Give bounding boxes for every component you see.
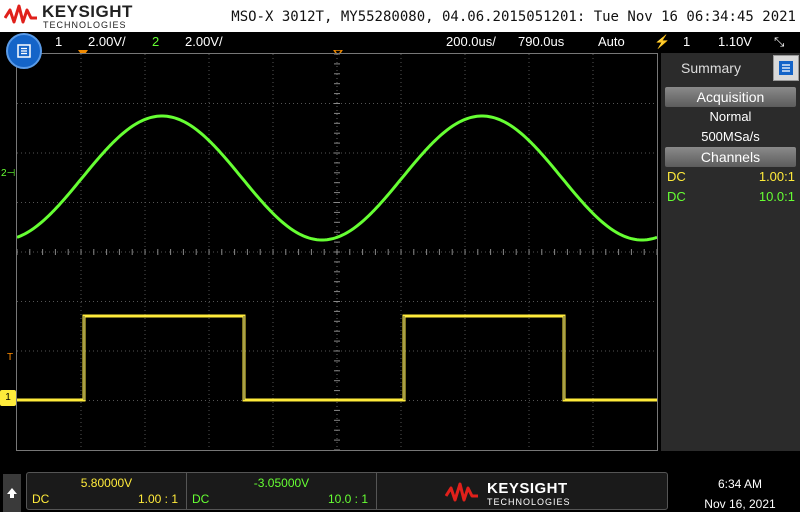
ch2-ground-marker[interactable]: 2⊣ bbox=[1, 168, 15, 179]
expand-button[interactable] bbox=[3, 474, 21, 512]
graticule-grid bbox=[17, 54, 657, 450]
main-menu-button[interactable] bbox=[6, 33, 42, 69]
waveform-display[interactable] bbox=[16, 53, 658, 451]
acquisition-mode: Normal bbox=[709, 109, 752, 124]
menu-icon bbox=[17, 44, 31, 58]
ch1-coupling: DC bbox=[32, 492, 50, 506]
ch1-offset: 5.80000V bbox=[80, 476, 133, 490]
touch-icon[interactable]: ⤡ bbox=[774, 34, 784, 50]
ch2-scale[interactable]: 2.00V/ bbox=[185, 34, 223, 49]
summary-tab[interactable]: Summary bbox=[665, 55, 757, 81]
ch2-probe: 10.0 : 1 bbox=[327, 492, 368, 506]
summary-panel: Summary Acquisition Normal 500MSa/s Chan… bbox=[661, 53, 800, 451]
timebase[interactable]: 200.0us/ bbox=[446, 34, 496, 49]
bottom-brand-subtitle: TECHNOLOGIES bbox=[487, 497, 571, 507]
ch1-info[interactable]: 5.80000V DC 1.00 : 1 bbox=[27, 473, 187, 509]
channel-1-probe: 1.00:1 bbox=[758, 169, 795, 184]
delay[interactable]: 790.0us bbox=[518, 34, 564, 49]
status-bar: 1 2.00V/ 2 2.00V/ 200.0us/ 790.0us Auto … bbox=[0, 32, 800, 52]
device-info: MSO-X 3012T, MY55280080, 04.06.201505120… bbox=[231, 9, 796, 25]
clock-date: Nov 16, 2021 bbox=[704, 497, 776, 511]
ch2-coupling: DC bbox=[192, 492, 210, 506]
ch1-probe: 1.00 : 1 bbox=[137, 492, 178, 506]
panel-menu-icon bbox=[779, 61, 793, 75]
channel-1-coupling: DC bbox=[667, 169, 686, 184]
keysight-wave-icon bbox=[445, 482, 478, 502]
brand-subtitle: TECHNOLOGIES bbox=[43, 20, 127, 30]
sample-rate: 500MSa/s bbox=[701, 129, 760, 144]
trigger-edge-icon: ⚡ bbox=[654, 34, 671, 49]
trigger-level[interactable]: 1.10V bbox=[718, 34, 752, 49]
trigger-level-marker[interactable]: T bbox=[7, 352, 13, 363]
arrow-up-icon bbox=[7, 488, 17, 498]
trigger-source[interactable]: 1 bbox=[683, 34, 690, 49]
ch2-offset: -3.05000V bbox=[253, 476, 310, 490]
ch1-scale[interactable]: 2.00V/ bbox=[88, 34, 126, 49]
title-bar: KEYSIGHT TECHNOLOGIES MSO-X 3012T, MY552… bbox=[0, 0, 800, 32]
clock-time: 6:34 AM bbox=[717, 477, 763, 491]
channels-header[interactable]: Channels bbox=[665, 147, 796, 167]
keysight-logo: KEYSIGHT TECHNOLOGIES bbox=[4, 2, 134, 30]
acquisition-header[interactable]: Acquisition bbox=[665, 87, 796, 107]
ch2-info[interactable]: -3.05000V DC 10.0 : 1 bbox=[187, 473, 377, 509]
brand-name: KEYSIGHT bbox=[42, 2, 133, 21]
bottom-brand-name: KEYSIGHT bbox=[487, 480, 568, 497]
bottom-keysight-logo: KEYSIGHT TECHNOLOGIES bbox=[445, 478, 585, 508]
ch2-label[interactable]: 2 bbox=[152, 34, 159, 49]
clock: 6:34 AM Nov 16, 2021 bbox=[680, 474, 800, 512]
ch1-label[interactable]: 1 bbox=[55, 34, 62, 49]
channel-2-coupling: DC bbox=[667, 189, 686, 204]
keysight-wave-icon bbox=[4, 4, 37, 24]
ch1-ground-marker[interactable]: 1 bbox=[0, 390, 16, 406]
bottom-bar: 5.80000V DC 1.00 : 1 -3.05000V DC 10.0 :… bbox=[0, 452, 800, 512]
channel-2-probe: 10.0:1 bbox=[758, 189, 795, 204]
trigger-mode[interactable]: Auto bbox=[598, 34, 625, 49]
panel-menu-button[interactable] bbox=[773, 55, 799, 81]
